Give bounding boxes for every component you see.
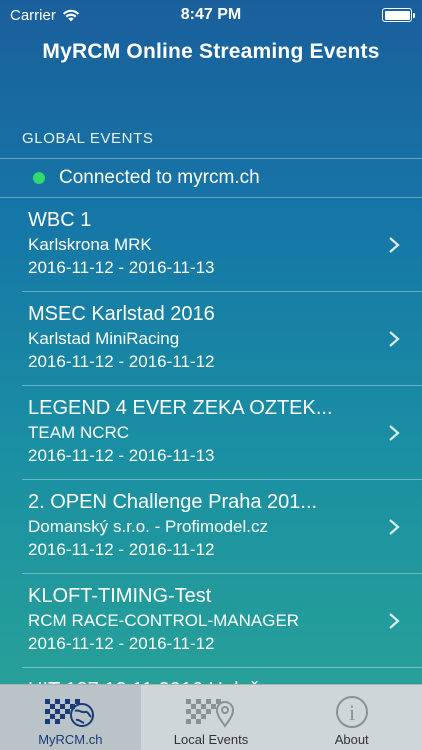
tab-bar: MyRCM.ch Local Events i About: [0, 684, 422, 750]
battery-icon: [382, 8, 415, 22]
tab-label: About: [334, 732, 369, 747]
event-dates: 2016-11-12 - 2016-11-12: [28, 634, 215, 653]
event-dates: 2016-11-12 - 2016-11-12: [28, 352, 215, 371]
event-title: KLOFT-TIMING-Test: [28, 585, 212, 607]
tab-local-events[interactable]: Local Events: [141, 685, 282, 750]
event-location: TEAM NCRC: [28, 423, 130, 442]
checkered-flag-globe-icon: [45, 699, 95, 727]
connection-status-dot-icon: [33, 172, 45, 184]
event-location: RCM RACE-CONTROL-MANAGER: [28, 611, 300, 630]
chevron-right-icon: [389, 425, 400, 441]
event-row[interactable]: 2. OPEN Challenge Praha 201... Domanský …: [22, 480, 422, 574]
status-left: Carrier: [10, 7, 80, 24]
status-bar: Carrier 8:47 PM: [0, 0, 422, 30]
page-title: MyRCM Online Streaming Events: [42, 40, 380, 63]
events-list[interactable]: Connected to myrcm.ch WBC 1 Karlskrona M…: [0, 158, 422, 750]
svg-text:i: i: [349, 700, 355, 725]
event-dates: 2016-11-12 - 2016-11-13: [28, 258, 215, 277]
event-row[interactable]: MSEC Karlstad 2016 Karlstad MiniRacing 2…: [22, 292, 422, 386]
connection-status-row: Connected to myrcm.ch: [0, 158, 422, 198]
section-header: GLOBAL EVENTS: [22, 130, 154, 147]
tab-label: Local Events: [173, 732, 249, 747]
checkered-flag-pin-icon: [186, 699, 235, 728]
event-row[interactable]: LEGEND 4 EVER ZEKA OZTEK... TEAM NCRC 20…: [22, 386, 422, 480]
tab-myrcm[interactable]: MyRCM.ch: [0, 685, 141, 750]
carrier-label: Carrier: [10, 6, 56, 24]
chevron-right-icon: [389, 519, 400, 535]
event-title: WBC 1: [28, 209, 92, 231]
wifi-icon: [62, 9, 79, 21]
event-dates: 2016-11-12 - 2016-11-12: [28, 540, 215, 559]
event-title: 2. OPEN Challenge Praha 201...: [28, 491, 318, 513]
event-row[interactable]: KLOFT-TIMING-Test RCM RACE-CONTROL-MANAG…: [22, 574, 422, 668]
connection-status-text: Connected to myrcm.ch: [59, 167, 260, 188]
event-title: MSEC Karlstad 2016: [28, 303, 215, 325]
event-location: Karlstad MiniRacing: [28, 329, 180, 348]
event-location: Karlskrona MRK: [28, 235, 152, 254]
chevron-right-icon: [389, 331, 400, 347]
tab-about[interactable]: i About: [281, 685, 422, 750]
event-row[interactable]: WBC 1 Karlskrona MRK 2016-11-12 - 2016-1…: [22, 198, 422, 292]
chevron-right-icon: [389, 237, 400, 253]
event-title: LEGEND 4 EVER ZEKA OZTEK...: [28, 397, 333, 419]
info-circle-icon: i: [335, 696, 368, 728]
tab-label: MyRCM.ch: [38, 732, 103, 747]
event-dates: 2016-11-12 - 2016-11-13: [28, 446, 215, 465]
chevron-right-icon: [389, 613, 400, 629]
status-right: [382, 8, 415, 22]
event-location: Domanský s.r.o. - Profimodel.cz: [28, 517, 268, 536]
